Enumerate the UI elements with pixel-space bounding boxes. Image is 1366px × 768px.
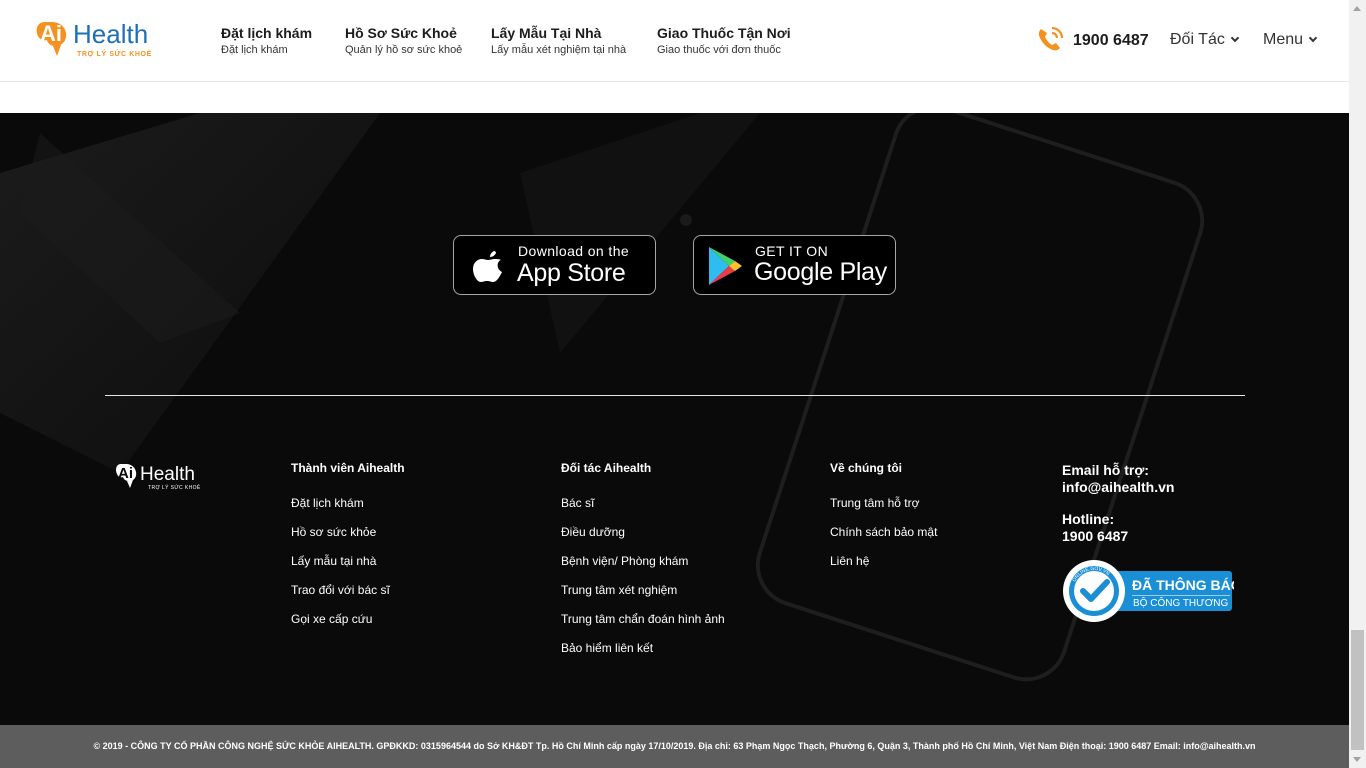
logo-ai-text: Ai	[40, 21, 62, 46]
phone-icon	[1038, 26, 1064, 51]
partner-dropdown-label: Đối Tác	[1170, 31, 1225, 48]
footer-column-heading: Về chúng tôi	[830, 461, 902, 475]
footer-logo-health-text: Health	[140, 464, 195, 485]
nav-item-title: Hồ Sơ Sức Khoẻ	[345, 25, 457, 41]
nav-item-subtitle: Đặt lịch khám	[221, 44, 288, 56]
footer-link[interactable]: Bệnh viện/ Phòng khám	[561, 554, 725, 583]
app-store-big-text: App Store	[517, 259, 626, 287]
copyright-text: © 2019 - CÔNG TY CỔ PHẦN CÔNG NGHỆ SỨC K…	[93, 741, 1256, 751]
aihealth-logo[interactable]: Ai Health TRỢ LÝ SỨC KHOẺ	[35, 16, 175, 60]
footer-logo-tagline: TRỢ LÝ SỨC KHOẺ	[148, 484, 201, 491]
ministry-registration-badge[interactable]: ĐÃ THÔNG BÁO BỘ CÔNG THƯƠNG ONLINE.GOV.V…	[1062, 559, 1234, 623]
logo-tagline: TRỢ LÝ SỨC KHOẺ	[77, 49, 152, 58]
nav-item-title: Đặt lịch khám	[221, 25, 313, 41]
footer-link[interactable]: Gọi xe cấp cứu	[291, 612, 405, 641]
page-scrollbar[interactable]	[1349, 0, 1366, 768]
footer-link[interactable]: Liên hệ	[830, 554, 937, 583]
apple-icon	[473, 251, 502, 282]
nav-item-subtitle: Quản lý hồ sơ sức khoẻ	[345, 44, 463, 56]
site-footer: Download on the App Store GET IT ON Goog…	[0, 113, 1349, 725]
site-header: Ai Health TRỢ LÝ SỨC KHOẺ Đặt lịch khám …	[0, 0, 1349, 82]
nav-item-subtitle: Giao thuốc với đơn thuốc	[657, 44, 781, 56]
google-play-small-text: GET IT ON	[755, 243, 829, 259]
menu-dropdown[interactable]: Menu	[1263, 31, 1318, 49]
nav-item-subtitle: Lấy mẫu xét nghiệm tại nhà	[491, 44, 627, 56]
header-phone-number[interactable]: 1900 6487	[1073, 32, 1149, 50]
app-store-button[interactable]: Download on the App Store	[453, 235, 656, 295]
footer-column-members: Thành viên Aihealth Đặt lịch khám Hồ sơ …	[291, 461, 405, 641]
scroll-down-arrow-icon[interactable]	[1353, 757, 1361, 762]
scrollbar-thumb[interactable]	[1351, 630, 1364, 750]
footer-link[interactable]: Bác sĩ	[561, 496, 725, 525]
google-play-button[interactable]: GET IT ON Google Play	[693, 235, 896, 295]
google-play-big-text: Google Play	[754, 258, 887, 286]
email-link[interactable]: info@aihealth.vn	[1062, 479, 1174, 496]
copyright-bar: © 2019 - CÔNG TY CỔ PHẦN CÔNG NGHỆ SỨC K…	[0, 725, 1349, 768]
footer-column-about: Về chúng tôi Trung tâm hỗ trợ Chính sách…	[830, 461, 937, 583]
hotline-number[interactable]: 1900 6487	[1062, 528, 1174, 545]
app-store-small-text: Download on the	[518, 243, 630, 259]
nav-item-title: Lấy Mẫu Tại Nhà	[491, 25, 602, 41]
chevron-down-icon	[1308, 33, 1318, 43]
scroll-up-arrow-icon[interactable]	[1353, 6, 1361, 11]
partner-dropdown[interactable]: Đối Tác	[1170, 31, 1240, 49]
footer-divider	[105, 395, 1245, 396]
nav-item-health-record[interactable]: Hồ Sơ Sức Khoẻ Quản lý hồ sơ sức khoẻ	[345, 25, 462, 56]
chevron-down-icon	[1230, 33, 1240, 43]
menu-dropdown-label: Menu	[1263, 31, 1304, 48]
nav-item-home-sampling[interactable]: Lấy Mẫu Tại Nhà Lấy mẫu xét nghiệm tại n…	[491, 25, 626, 56]
nav-item-medicine-delivery[interactable]: Giao Thuốc Tận Nơi Giao thuốc với đơn th…	[657, 25, 791, 56]
footer-column-heading: Thành viên Aihealth	[291, 461, 405, 475]
nav-item-booking[interactable]: Đặt lịch khám Đặt lịch khám	[221, 25, 312, 56]
footer-column-partners: Đối tác Aihealth Bác sĩ Điều dưỡng Bệnh …	[561, 461, 725, 670]
badge-subtitle: BỘ CÔNG THƯƠNG	[1133, 596, 1228, 609]
footer-link[interactable]: Trao đổi với bác sĩ	[291, 583, 405, 612]
footer-contact: Email hỗ trợ: info@aihealth.vn Hotline: …	[1062, 462, 1174, 560]
logo-health-text: Health	[73, 19, 148, 49]
footer-link[interactable]: Hồ sơ sức khỏe	[291, 525, 405, 554]
badge-title: ĐÃ THÔNG BÁO	[1132, 576, 1234, 593]
nav-item-title: Giao Thuốc Tận Nơi	[657, 25, 791, 41]
footer-link[interactable]: Bảo hiểm liên kết	[561, 641, 725, 670]
footer-link[interactable]: Trung tâm xét nghiệm	[561, 583, 725, 612]
footer-link[interactable]: Trung tâm chẩn đoán hình ảnh	[561, 612, 725, 641]
hotline-label: Hotline:	[1062, 511, 1115, 527]
footer-aihealth-logo[interactable]: Ai Health TRỢ LÝ SỨC KHOẺ	[115, 460, 215, 492]
footer-logo-ai-text: Ai	[118, 465, 133, 482]
footer-column-heading: Đối tác Aihealth	[561, 461, 652, 475]
footer-link[interactable]: Chính sách bảo mật	[830, 525, 937, 554]
footer-link[interactable]: Điều dưỡng	[561, 525, 725, 554]
google-play-icon	[709, 247, 742, 285]
footer-link[interactable]: Trung tâm hỗ trợ	[830, 496, 937, 525]
footer-link[interactable]: Lấy mẫu tại nhà	[291, 554, 405, 583]
footer-link[interactable]: Đặt lịch khám	[291, 496, 405, 525]
email-label: Email hỗ trợ:	[1062, 462, 1149, 478]
